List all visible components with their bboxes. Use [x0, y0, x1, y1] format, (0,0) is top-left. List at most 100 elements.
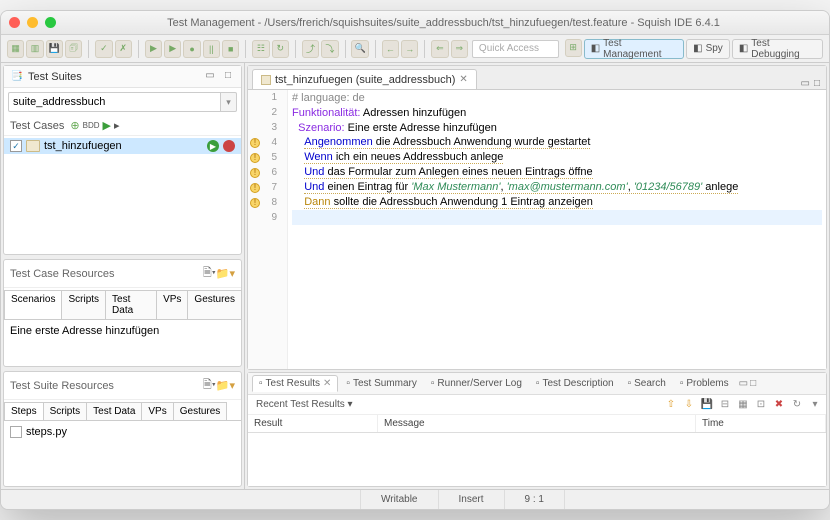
dropdown-icon[interactable]: ▾	[221, 92, 237, 112]
perspective-test-management[interactable]: ◧Test Management	[584, 39, 684, 59]
resource-tab[interactable]: Scenarios	[4, 290, 62, 319]
history-icon[interactable]: ↻	[790, 398, 804, 412]
test-case-item[interactable]: ✓ tst_hinzufuegen ▶	[4, 138, 241, 154]
resource-tab[interactable]: Scripts	[61, 290, 106, 319]
resource-tab[interactable]: Test Data	[86, 402, 142, 420]
file-icon	[26, 140, 40, 152]
resource-tab[interactable]: VPs	[156, 290, 188, 319]
minimize-icon[interactable]: ▭	[203, 70, 217, 84]
resource-tab[interactable]: VPs	[141, 402, 173, 420]
close-icon[interactable]: ✕	[323, 378, 331, 389]
collapse-icon[interactable]: ⊡	[754, 398, 768, 412]
bottom-tab[interactable]: ▫Test Description	[530, 376, 620, 391]
toolbar-button[interactable]: ⤵	[321, 40, 338, 58]
save-icon[interactable]: 💾	[700, 398, 714, 412]
menu-icon[interactable]: ▾	[808, 398, 822, 412]
resource-tab[interactable]: Steps	[4, 402, 44, 420]
resource-tab[interactable]: Test Data	[105, 290, 157, 319]
bottom-tab[interactable]: ▫Problems	[674, 376, 735, 391]
new-file-icon[interactable]: 🗎▾	[203, 376, 216, 395]
toolbar-button[interactable]: 🗊	[65, 40, 82, 58]
bottom-tab[interactable]: ▫Search	[622, 376, 672, 391]
toolbar-button[interactable]: ▶	[164, 40, 181, 58]
record-test-button[interactable]	[223, 140, 235, 152]
down-icon[interactable]: ⇩	[682, 398, 696, 412]
toolbar-button[interactable]: ✗	[115, 40, 132, 58]
perspective-test-debugging[interactable]: ◧Test Debugging	[732, 39, 823, 59]
open-folder-icon[interactable]: 📁▾	[216, 267, 235, 280]
bdd-icon[interactable]: BDD	[83, 121, 100, 130]
warning-icon[interactable]: !	[250, 138, 260, 148]
close-tab-icon[interactable]: ✕	[459, 74, 467, 85]
code-line[interactable]: Funktionalität: Adressen hinzufügen	[292, 105, 822, 120]
quick-access-input[interactable]: Quick Access	[472, 40, 559, 58]
toolbar-button[interactable]: ▶	[145, 40, 162, 58]
delete-icon[interactable]: ✖	[772, 398, 786, 412]
column-header[interactable]: Message	[378, 415, 696, 432]
suite-select-input[interactable]	[8, 92, 221, 112]
code-editor[interactable]: 1234!5!6!7!8!9 # language: deFunktionali…	[248, 90, 826, 369]
bottom-tab[interactable]: ▫Runner/Server Log	[425, 376, 528, 391]
code-line[interactable]: Wenn ich ein neues Addressbuch anlege	[292, 150, 822, 165]
up-icon[interactable]: ⇧	[664, 398, 678, 412]
toolbar-button[interactable]: ▦	[7, 40, 24, 58]
warning-icon[interactable]: !	[250, 198, 260, 208]
code-line[interactable]: Und einen Eintrag für 'Max Mustermann', …	[292, 180, 822, 195]
toolbar-button[interactable]: ▥	[26, 40, 43, 58]
toolbar-button[interactable]: ☷	[252, 40, 269, 58]
toolbar-button[interactable]: 💾	[46, 40, 63, 58]
toolbar-button[interactable]: ✓	[95, 40, 112, 58]
resource-item[interactable]: Eine erste Adresse hinzufügen	[10, 324, 235, 338]
editor-tab[interactable]: tst_hinzufuegen (suite_addressbuch) ✕	[252, 69, 477, 89]
bottom-tab[interactable]: ▫Test Results ✕	[252, 375, 338, 392]
warning-icon[interactable]: !	[250, 183, 260, 193]
recent-results-dropdown[interactable]: Recent Test Results ▾	[252, 399, 353, 410]
resource-tab[interactable]: Gestures	[173, 402, 228, 420]
toolbar-button[interactable]: ●	[183, 40, 200, 58]
bottom-tab[interactable]: ▫Test Summary	[340, 376, 422, 391]
code-line[interactable]: Szenario: Eine erste Adresse hinzufügen	[292, 120, 822, 135]
maximize-icon[interactable]: □	[221, 70, 235, 84]
warning-icon[interactable]: !	[250, 168, 260, 178]
filter-icon[interactable]: ⊟	[718, 398, 732, 412]
maximize-icon[interactable]: □	[812, 78, 822, 89]
maximize-icon[interactable]: □	[750, 378, 756, 389]
results-table[interactable]: Result Message Time	[248, 415, 826, 486]
column-header[interactable]: Result	[248, 415, 378, 432]
code-line[interactable]: Dann sollte die Adressbuch Anwendung 1 E…	[292, 195, 822, 210]
resource-tab[interactable]: Gestures	[187, 290, 242, 319]
toolbar-button[interactable]: ⇐	[431, 40, 448, 58]
toolbar-button[interactable]: ←	[382, 40, 399, 58]
run-test-button[interactable]: ▶	[207, 140, 219, 152]
open-perspective-button[interactable]: ⊞	[565, 39, 582, 57]
toolbar-button[interactable]: ||	[203, 40, 220, 58]
minimize-window-button[interactable]	[27, 17, 38, 28]
zoom-window-button[interactable]	[45, 17, 56, 28]
column-header[interactable]: Time	[696, 415, 826, 432]
close-window-button[interactable]	[9, 17, 20, 28]
toolbar-button[interactable]: ↻	[272, 40, 289, 58]
code-line[interactable]: Und das Formular zum Anlegen eines neuen…	[292, 165, 822, 180]
code-line[interactable]	[292, 210, 822, 225]
warning-icon[interactable]: !	[250, 153, 260, 163]
panel-title: Test Case Resources	[10, 268, 115, 280]
actions-icon[interactable]: ▸	[114, 119, 120, 132]
code-line[interactable]: Angenommen die Adressbuch Anwendung wurd…	[292, 135, 822, 150]
toolbar-button[interactable]: ⇒	[451, 40, 468, 58]
open-folder-icon[interactable]: 📁▾	[216, 379, 235, 392]
toolbar-button[interactable]: 🔍	[351, 40, 368, 58]
minimize-icon[interactable]: ▭	[739, 378, 748, 389]
resource-tab[interactable]: Scripts	[43, 402, 88, 420]
checkbox-icon[interactable]: ✓	[10, 140, 22, 152]
toolbar-button[interactable]: ⤴	[302, 40, 319, 58]
minimize-icon[interactable]: ▭	[799, 78, 812, 89]
run-icon[interactable]: ▶	[103, 119, 111, 132]
resource-item[interactable]: steps.py	[10, 425, 235, 439]
toolbar-button[interactable]: →	[401, 40, 418, 58]
code-line[interactable]: # language: de	[292, 90, 822, 105]
clear-icon[interactable]: ▦	[736, 398, 750, 412]
toolbar-button[interactable]: ■	[222, 40, 239, 58]
perspective-spy[interactable]: ◧Spy	[686, 39, 730, 59]
new-file-icon[interactable]: 🗎▾	[203, 264, 216, 283]
new-icon[interactable]: ⊕	[70, 119, 79, 132]
